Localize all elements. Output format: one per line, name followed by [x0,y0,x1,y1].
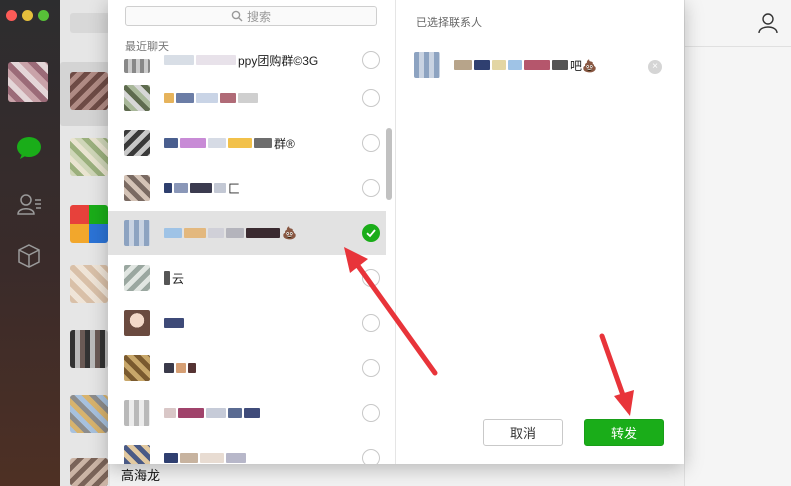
mini-program-icon[interactable] [15,242,43,270]
close-window-button[interactable] [6,10,17,21]
contact-select-radio[interactable] [362,89,380,107]
contact-select-radio[interactable] [362,359,380,377]
chat-list-avatar [70,265,108,303]
cancel-button[interactable]: 取消 [483,419,563,446]
chat-list-avatar [70,458,108,486]
background-contact-name: 高海龙 [121,468,161,483]
contact-avatar [124,265,150,291]
contact-select-radio[interactable] [362,449,380,464]
contact-select-radio[interactable] [362,179,380,197]
selected-contacts-panel: 已选择联系人 吧💩 × 取消 转发 [396,0,684,464]
contact-picker: 搜索 最近聊天 ppy团购群©3G 群® 匚 💩 云 [108,0,396,464]
chat-pane-background [684,0,791,486]
contact-name: ppy团购群©3G [164,52,386,69]
selected-contact-avatar [414,52,440,78]
window-controls [6,10,49,21]
chat-header [685,0,791,47]
contact-list-scrollbar[interactable] [386,128,392,200]
contact-name [164,93,386,103]
contact-name [164,408,386,418]
contact-select-radio-checked[interactable] [362,224,380,242]
contact-row[interactable] [108,301,386,345]
search-icon [231,10,243,22]
chat-icon[interactable] [15,134,43,162]
contact-name [164,363,386,373]
chat-list-search-stub [70,13,110,33]
contact-avatar [124,445,150,464]
contact-name [164,453,386,463]
search-placeholder: 搜索 [246,9,271,24]
contact-name [164,318,386,328]
chat-list-avatar [70,138,108,176]
my-avatar[interactable] [8,62,48,102]
contact-select-radio[interactable] [362,314,380,332]
selected-contacts-title: 已选择联系人 [416,17,482,29]
contact-search-input[interactable]: 搜索 [125,6,377,26]
checkmark-icon [366,229,376,238]
contact-select-radio[interactable] [362,404,380,422]
selected-contact-item: 吧💩 [414,50,664,80]
contact-avatar [124,85,150,111]
contact-name: 群® [164,135,386,152]
contact-avatar [124,355,150,381]
contact-name: 云 [164,270,386,287]
contact-select-radio[interactable] [362,51,380,69]
contact-row[interactable]: 云 [108,256,386,300]
contact-select-radio[interactable] [362,134,380,152]
contact-row[interactable] [108,76,386,120]
chat-list-avatar [70,72,108,110]
contact-avatar [124,59,150,73]
chat-info-icon[interactable] [757,12,779,34]
contact-name: 匚 [164,180,386,197]
contact-avatar [124,310,150,336]
chat-list-background [60,0,110,486]
chat-list-avatar [70,205,108,243]
app-sidebar [0,0,60,486]
contact-avatar [124,175,150,201]
contacts-icon[interactable] [15,190,43,218]
contact-avatar [124,220,150,246]
forward-button[interactable]: 转发 [584,419,664,446]
chat-list-avatar [70,395,108,433]
contact-name: 💩 [164,226,386,240]
selected-contact-name: 吧💩 [454,57,664,74]
contact-avatar [124,400,150,426]
contact-row[interactable]: 群® [108,121,386,165]
contact-row[interactable] [108,391,386,435]
contact-row[interactable]: 匚 [108,166,386,210]
contact-row-selected[interactable]: 💩 [108,211,386,255]
contact-avatar [124,130,150,156]
chat-list-avatar [70,330,108,368]
maximize-window-button[interactable] [38,10,49,21]
minimize-window-button[interactable] [22,10,33,21]
contact-select-radio[interactable] [362,269,380,287]
contact-row[interactable] [108,346,386,390]
forward-dialog: 搜索 最近聊天 ppy团购群©3G 群® 匚 💩 云 已选择联系人 吧💩 × 取… [108,0,684,464]
contact-row[interactable] [108,436,386,464]
remove-selected-contact-button[interactable]: × [648,60,662,74]
